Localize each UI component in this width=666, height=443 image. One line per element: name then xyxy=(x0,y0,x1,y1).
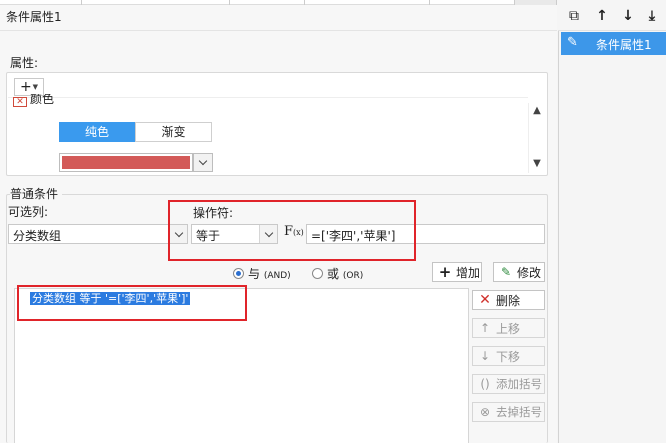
property-list-item-color[interactable]: 颜色 xyxy=(30,94,54,104)
radio-or-sub: (OR) xyxy=(342,271,364,281)
modify-condition-button[interactable]: ✎ 修改 xyxy=(493,262,545,282)
radio-and-label: 与 xyxy=(248,267,261,281)
divider xyxy=(0,30,557,31)
modify-icon: ✎ xyxy=(500,265,512,279)
radio-and-sub: (AND) xyxy=(263,271,291,281)
properties-label: 属性: xyxy=(10,56,39,70)
bracket-icon: () xyxy=(480,377,490,391)
remove-bracket-icon: ⊗ xyxy=(479,405,491,419)
property-list-scrollbar[interactable]: ▲ ▼ xyxy=(528,103,544,173)
scroll-down-icon[interactable]: ▼ xyxy=(529,158,545,169)
delete-button[interactable]: ✕ 删除 xyxy=(472,290,545,310)
copy-icon[interactable]: ⧉ xyxy=(567,8,581,24)
color-swatch xyxy=(62,156,190,169)
move-up-label: 上移 xyxy=(496,321,521,336)
condition-list-panel xyxy=(558,0,666,443)
scroll-up-icon[interactable]: ▲ xyxy=(529,105,545,116)
dropdown-caret-icon: ▼ xyxy=(32,83,39,91)
move-down-label: 下移 xyxy=(496,349,521,364)
delete-label: 删除 xyxy=(496,293,521,308)
move-to-bottom-icon[interactable]: ⤓ xyxy=(645,8,659,24)
radio-and[interactable]: 与 (AND) xyxy=(233,265,291,282)
tab-solid-color[interactable]: 纯色 xyxy=(59,122,135,142)
move-down-button[interactable]: ↓ 下移 xyxy=(472,346,545,366)
move-up-button[interactable]: ↑ 上移 xyxy=(472,318,545,338)
top-tab-strip xyxy=(0,0,557,5)
radio-or-label: 或 xyxy=(327,267,340,281)
right-list-item-selected[interactable]: ✎ 条件属性1 xyxy=(561,32,666,55)
arrow-up-icon: ↑ xyxy=(479,321,491,335)
modify-condition-label: 修改 xyxy=(517,265,542,280)
normal-conditions-label: 普通条件 xyxy=(10,185,63,202)
add-bracket-label: 添加括号 xyxy=(496,377,542,391)
arrow-up-icon[interactable]: ↑ xyxy=(595,8,609,24)
delete-icon: ✕ xyxy=(479,292,491,308)
panel-title: 条件属性1 xyxy=(6,10,62,24)
radio-or[interactable]: 或 (OR) xyxy=(312,265,363,282)
arrow-down-icon: ↓ xyxy=(479,349,491,363)
add-bracket-button[interactable]: () 添加括号 xyxy=(472,374,545,394)
column-select[interactable]: 分类数组 xyxy=(8,224,188,244)
column-select-value: 分类数组 xyxy=(13,229,62,243)
color-dropdown-button[interactable] xyxy=(193,153,213,172)
remove-bracket-label: 去掉括号 xyxy=(496,405,542,419)
chevron-down-icon xyxy=(198,156,208,166)
remove-property-icon[interactable]: ✕ xyxy=(13,97,27,107)
arrow-down-icon[interactable]: ↓ xyxy=(621,8,635,24)
plus-icon: + xyxy=(19,79,32,95)
right-list-item-label: 条件属性1 xyxy=(596,38,652,52)
highlight-box-condition xyxy=(17,285,247,321)
plus-icon: + xyxy=(438,263,452,281)
remove-bracket-button[interactable]: ⊗ 去掉括号 xyxy=(472,402,545,422)
column-label: 可选列: xyxy=(8,205,49,219)
color-picker-field[interactable] xyxy=(59,153,193,172)
add-condition-button[interactable]: + 增加 xyxy=(432,262,482,282)
radio-or-indicator[interactable] xyxy=(312,268,323,279)
add-condition-label: 增加 xyxy=(456,265,481,280)
edit-icon: ✎ xyxy=(567,35,578,50)
radio-and-indicator[interactable] xyxy=(233,268,244,279)
highlight-box-operator xyxy=(168,200,416,261)
tab-gradient[interactable]: 渐变 xyxy=(135,122,212,142)
